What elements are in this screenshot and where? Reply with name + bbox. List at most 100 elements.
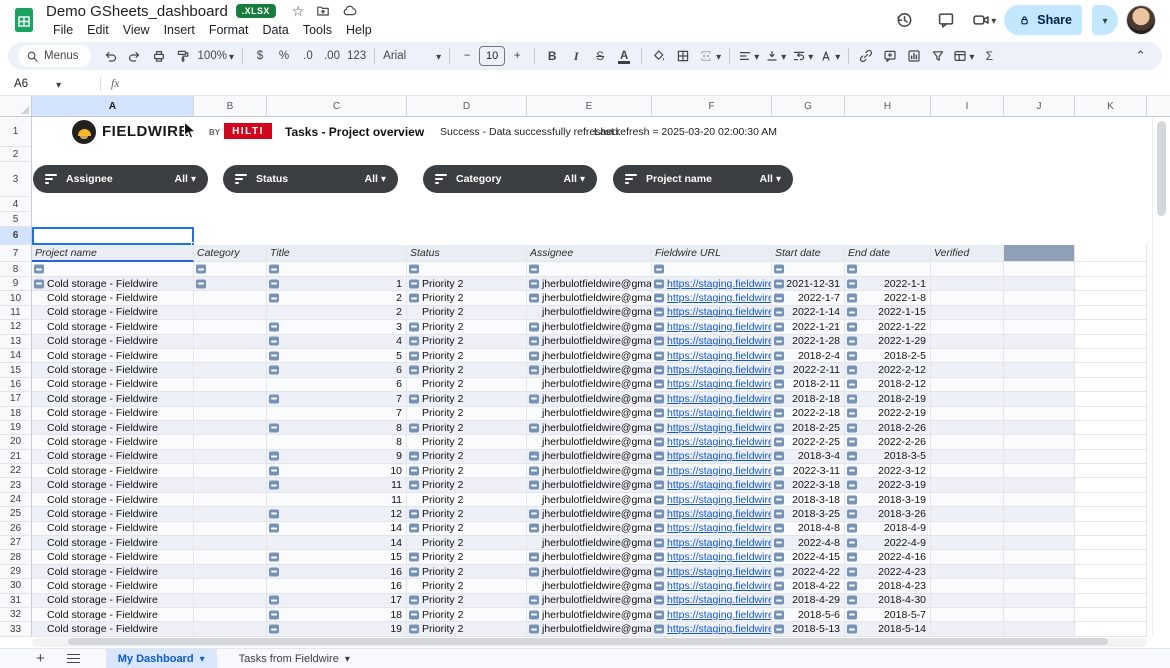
cell-C31[interactable]: 17: [267, 594, 407, 608]
cell-image-chip[interactable]: [654, 452, 664, 461]
cell-image-chip[interactable]: [654, 351, 664, 360]
cell-C18[interactable]: 7: [267, 407, 407, 421]
fieldwire-url-link[interactable]: https://staging.fieldwire.c: [667, 422, 772, 434]
cell-C24[interactable]: 11: [267, 493, 407, 507]
cell-image-chip[interactable]: [774, 380, 784, 389]
table-header-G[interactable]: Start date: [772, 245, 845, 262]
cell-I24[interactable]: [931, 493, 1004, 507]
fieldwire-url-link[interactable]: https://staging.fieldwire.c: [667, 292, 772, 304]
cell-H31[interactable]: 2018-4-30: [845, 594, 931, 608]
cell-B11[interactable]: [194, 306, 267, 320]
cell-E27[interactable]: jherbulotfieldwire@gmail.: [527, 536, 652, 550]
cell-D33[interactable]: Priority 2: [407, 622, 527, 636]
cell-image-chip[interactable]: [269, 265, 279, 274]
row-header-8[interactable]: 8: [0, 262, 32, 277]
table-header-J[interactable]: [1004, 245, 1075, 262]
column-header-E[interactable]: E: [527, 96, 652, 117]
insert-comment-button[interactable]: [878, 44, 902, 68]
row-header-32[interactable]: 32: [0, 608, 32, 622]
cell-image-chip[interactable]: [409, 466, 419, 475]
cell-image-chip[interactable]: [774, 625, 784, 634]
document-title[interactable]: Demo GSheets_dashboard: [46, 3, 228, 20]
fieldwire-url-link[interactable]: https://staging.fieldwire.c: [667, 566, 772, 578]
cell-H23[interactable]: 2022-3-19: [845, 478, 931, 492]
cell-H17[interactable]: 2018-2-19: [845, 392, 931, 406]
row-header-17[interactable]: 17: [0, 392, 32, 406]
cell-D30[interactable]: Priority 2: [407, 579, 527, 593]
cell-image-chip[interactable]: [529, 625, 539, 634]
functions-button[interactable]: Σ: [977, 44, 1001, 68]
italic-button[interactable]: I: [564, 44, 588, 68]
fieldwire-url-link[interactable]: https://staging.fieldwire.c: [667, 551, 772, 563]
cell-C13[interactable]: 4: [267, 335, 407, 349]
cell-H25[interactable]: 2018-3-26: [845, 507, 931, 521]
cell-D26[interactable]: Priority 2: [407, 522, 527, 536]
cell-B27[interactable]: [194, 536, 267, 550]
cell-image-chip[interactable]: [409, 265, 419, 274]
cell-image-chip[interactable]: [529, 294, 539, 303]
cell-image-chip[interactable]: [654, 553, 664, 562]
format-percent-button[interactable]: %: [272, 44, 296, 68]
cell-image-chip[interactable]: [774, 553, 784, 562]
cell-image-chip[interactable]: [847, 509, 857, 518]
cell-G14[interactable]: 2018-2-4: [772, 349, 845, 363]
cell-image-chip[interactable]: [774, 308, 784, 317]
row-header-24[interactable]: 24: [0, 493, 32, 507]
cell-image-chip[interactable]: [654, 581, 664, 590]
cell-F11[interactable]: https://staging.fieldwire.c: [652, 306, 772, 320]
cell-A8[interactable]: [32, 262, 194, 277]
cell-F33[interactable]: https://staging.fieldwire.c: [652, 622, 772, 636]
menu-help[interactable]: Help: [339, 23, 379, 37]
cell-image-chip[interactable]: [654, 337, 664, 346]
cell-image-chip[interactable]: [654, 596, 664, 605]
cell-A32[interactable]: Cold storage - Fieldwire: [32, 608, 194, 622]
cell-C33[interactable]: 19: [267, 622, 407, 636]
cell-B12[interactable]: [194, 320, 267, 334]
table-header-B[interactable]: Category: [194, 245, 267, 262]
cell-I21[interactable]: [931, 450, 1004, 464]
cell-F23[interactable]: https://staging.fieldwire.c: [652, 478, 772, 492]
cell-E29[interactable]: jherbulotfieldwire@gmail.: [527, 565, 652, 579]
add-sheet-button[interactable]: +: [36, 650, 45, 668]
cell-E8[interactable]: [527, 262, 652, 277]
cell-I31[interactable]: [931, 594, 1004, 608]
cell-image-chip[interactable]: [654, 466, 664, 475]
cell-H9[interactable]: 2022-1-1: [845, 277, 931, 291]
cell-D10[interactable]: Priority 2: [407, 291, 527, 305]
cell-J24[interactable]: [1004, 493, 1075, 507]
cell-image-chip[interactable]: [774, 294, 784, 303]
cell-image-chip[interactable]: [654, 610, 664, 619]
cell-E28[interactable]: jherbulotfieldwire@gmail.: [527, 550, 652, 564]
cell-B17[interactable]: [194, 392, 267, 406]
cell-F15[interactable]: https://staging.fieldwire.c: [652, 363, 772, 377]
cell-image-chip[interactable]: [269, 553, 279, 562]
cell-image-chip[interactable]: [529, 351, 539, 360]
filter-pill-project-name[interactable]: Project nameAll: [613, 165, 793, 193]
cell-A28[interactable]: Cold storage - Fieldwire: [32, 550, 194, 564]
cell-image-chip[interactable]: [774, 351, 784, 360]
fieldwire-url-link[interactable]: https://staging.fieldwire.c: [667, 465, 772, 477]
cell-I11[interactable]: [931, 306, 1004, 320]
filter-pill-category[interactable]: CategoryAll: [423, 165, 597, 193]
vertical-scrollbar-thumb[interactable]: [1157, 121, 1166, 216]
cell-B14[interactable]: [194, 349, 267, 363]
filter-pill-status[interactable]: StatusAll: [223, 165, 398, 193]
cell-I12[interactable]: [931, 320, 1004, 334]
menu-format[interactable]: Format: [202, 23, 256, 37]
chevron-down-icon[interactable]: [345, 653, 350, 665]
cell-image-chip[interactable]: [409, 553, 419, 562]
select-all-corner[interactable]: [0, 96, 32, 117]
row-header-15[interactable]: 15: [0, 363, 32, 377]
cell-A20[interactable]: Cold storage - Fieldwire: [32, 435, 194, 449]
cell-K21[interactable]: [1075, 450, 1147, 464]
cell-A17[interactable]: Cold storage - Fieldwire: [32, 392, 194, 406]
cell-F9[interactable]: https://staging.fieldwire.c: [652, 277, 772, 291]
cell-image-chip[interactable]: [774, 409, 784, 418]
cell-image-chip[interactable]: [409, 294, 419, 303]
cell-A26[interactable]: Cold storage - Fieldwire: [32, 522, 194, 536]
cell-J32[interactable]: [1004, 608, 1075, 622]
cell-H15[interactable]: 2022-2-12: [845, 363, 931, 377]
cell-image-chip[interactable]: [269, 322, 279, 331]
cell-G33[interactable]: 2018-5-13: [772, 622, 845, 636]
filter-value-dropdown[interactable]: All: [365, 173, 386, 185]
